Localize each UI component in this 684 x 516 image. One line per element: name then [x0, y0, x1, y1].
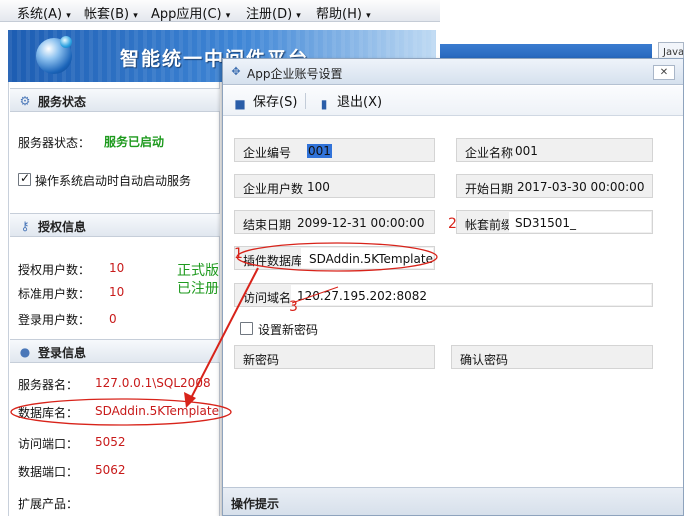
annotation-number-3: 3 — [289, 299, 298, 315]
menu-bar: 系统(A) ▾ 帐套(B) ▾ App应用(C) ▾ 注册(D) ▾ 帮助(H)… — [0, 0, 440, 22]
logged-users-label: 登录用户数： — [18, 313, 91, 327]
access-port-value: 5052 — [95, 435, 126, 449]
data-port-label: 数据端口： — [18, 465, 79, 479]
licensed-users-value: 10 — [109, 261, 125, 275]
key-icon: ⚷ — [20, 219, 30, 233]
gear-icon: ⚙ — [19, 94, 31, 108]
operation-tips-label: 操作提示 — [231, 497, 280, 511]
autostart-label: 操作系统启动时自动启动服务 — [35, 174, 192, 188]
start-date-value[interactable]: 2017-03-30 00:00:00 — [517, 180, 644, 194]
confirm-password-field[interactable]: 确认密码 — [451, 345, 653, 369]
operation-tips-bar: 操作提示 — [223, 487, 683, 515]
account-prefix-field[interactable]: 帐套前缀 SD31501_ — [456, 210, 653, 234]
standard-users-label: 标准用户数： — [18, 287, 91, 301]
company-code-value[interactable]: 001 — [307, 144, 332, 158]
license-info-header[interactable]: ⚷ 授权信息 — [10, 213, 220, 237]
access-port-label: 访问端口： — [18, 437, 79, 451]
close-button[interactable]: ✕ — [653, 65, 675, 80]
server-status-header[interactable]: ⚙ 服务状态 — [10, 88, 220, 112]
data-port-value: 5062 — [95, 463, 126, 477]
exit-button[interactable]: ▮ 退出(X) — [317, 91, 382, 111]
server-status-value: 服务已启动 — [104, 135, 165, 149]
logo — [36, 36, 72, 74]
set-new-password-checkbox[interactable] — [240, 322, 253, 335]
logged-users-value: 0 — [109, 312, 117, 326]
menu-system[interactable]: 系统(A) ▾ — [17, 3, 71, 22]
annotation-number-2: 2 — [448, 216, 457, 232]
menu-help[interactable]: 帮助(H) ▾ — [316, 3, 371, 22]
access-domain-value[interactable]: 120.27.195.202:8082 — [297, 289, 427, 303]
dialog-title: App企业账号设置 — [247, 67, 343, 81]
dialog-toolbar: ■ 保存(S) ▮ 退出(X) — [223, 86, 683, 116]
menu-app[interactable]: App应用(C) ▾ — [151, 3, 230, 22]
save-button[interactable]: ■ 保存(S) — [233, 91, 297, 111]
autostart-checkbox[interactable]: ✓ — [18, 171, 31, 186]
licensed-users-label: 授权用户数： — [18, 263, 91, 277]
account-prefix-value[interactable]: SD31501_ — [515, 216, 576, 230]
login-info-header[interactable]: ● 登录信息 — [10, 339, 220, 363]
end-date-field[interactable]: 结束日期 2099-12-31 00:00:00 — [234, 210, 435, 234]
server-name-label: 服务器名： — [18, 378, 79, 392]
end-date-value[interactable]: 2099-12-31 00:00:00 — [297, 216, 424, 230]
plugin-database-value[interactable]: SDAddin.5KTemplate — [309, 252, 433, 266]
dialog-title-bar[interactable]: ✥ App企业账号设置 ✕ — [223, 59, 683, 85]
edition-status-line2: 已注册 — [177, 281, 219, 297]
company-name-field[interactable]: 企业名称 001 — [456, 138, 653, 162]
new-password-field[interactable]: 新密码 — [234, 345, 435, 369]
app-account-settings-dialog: ✥ App企业账号设置 ✕ ■ 保存(S) ▮ 退出(X) 企业编号 001 企业名… — [222, 58, 684, 516]
edition-status-line1: 正式版 — [177, 263, 219, 279]
save-icon: ■ — [234, 97, 246, 111]
extension-products-label: 扩展产品： — [18, 497, 79, 511]
user-count-value[interactable]: 100 — [307, 180, 330, 194]
set-new-password-label: 设置新密码 — [258, 323, 319, 337]
company-name-value[interactable]: 001 — [515, 144, 538, 158]
exit-icon: ▮ — [320, 97, 328, 111]
annotation-number-1: 1 — [234, 246, 243, 262]
menu-account[interactable]: 帐套(B) ▾ — [84, 3, 138, 22]
close-icon: ✕ — [659, 67, 669, 78]
server-name-value: 127.0.0.1\SQL2008 — [95, 376, 211, 390]
server-status-label: 服务器状态： — [18, 136, 91, 150]
puzzle-icon: ✥ — [231, 65, 241, 78]
user-icon: ● — [19, 345, 31, 359]
checkmark-icon: ✓ — [20, 171, 31, 185]
menu-register[interactable]: 注册(D) ▾ — [246, 3, 301, 22]
user-count-field[interactable]: 企业用户数 100 — [234, 174, 435, 198]
start-date-field[interactable]: 开始日期 2017-03-30 00:00:00 — [456, 174, 653, 198]
company-code-field[interactable]: 企业编号 001 — [234, 138, 435, 162]
plugin-database-field[interactable]: 插件数据库 SDAddin.5KTemplate — [234, 246, 435, 270]
app-window: Javas 系统(A) ▾ 帐套(B) ▾ App应用(C) ▾ 注册(D) ▾… — [0, 0, 684, 516]
db-name-label: 数据库名： — [18, 406, 79, 420]
db-name-value: SDAddin.5KTemplate — [95, 404, 219, 418]
standard-users-value: 10 — [109, 285, 125, 299]
left-panel: ⚙ 服务状态 服务器状态： 服务已启动 ✓ 操作系统启动时自动启动服务 ⚷ 授权… — [8, 82, 220, 516]
